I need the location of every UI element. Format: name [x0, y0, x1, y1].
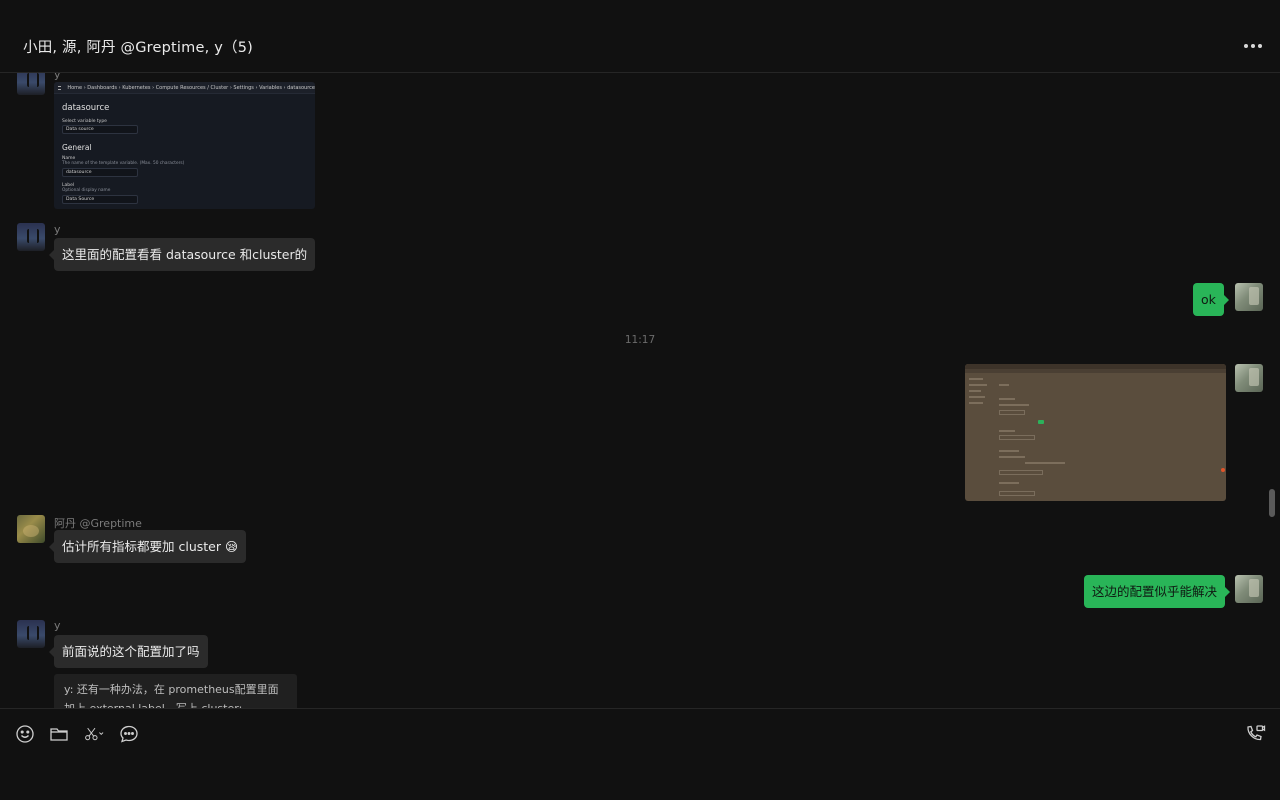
chat-bubble-icon[interactable]	[118, 723, 140, 745]
avatar-me[interactable]	[1235, 364, 1263, 392]
sender-name: y	[54, 619, 61, 632]
chat-title[interactable]: 小田, 源, 阿丹 @Greptime, y（5)	[23, 36, 253, 57]
screenshot-label-help: Optional display name	[62, 188, 111, 193]
scrollbar-thumb[interactable]	[1269, 489, 1275, 517]
screenshot-topbar: Home › Dashboards › Kubernetes › Compute…	[54, 82, 315, 94]
screenshot-select: Data source	[62, 125, 138, 134]
screenshot-name-input: datasource	[62, 168, 138, 177]
avatar-y[interactable]	[17, 73, 45, 95]
composer[interactable]	[0, 708, 1280, 800]
avatar-me[interactable]	[1235, 575, 1263, 603]
message-list[interactable]: y Home › Dashboards › Kubernetes › Compu…	[0, 73, 1280, 708]
avatar-adan[interactable]	[17, 515, 45, 543]
scissors-icon[interactable]	[84, 723, 114, 745]
message-bubble-outgoing[interactable]: 这边的配置似乎能解决	[1084, 575, 1231, 608]
screenshot-breadcrumb: Home › Dashboards › Kubernetes › Compute…	[67, 84, 315, 91]
sender-name: 阿丹 @Greptime	[54, 517, 142, 530]
message-bubble-incoming[interactable]: 这里面的配置看看 datasource 和cluster的	[48, 238, 316, 271]
avatar-me[interactable]	[1235, 283, 1263, 311]
screenshot-name-help: The name of the template variable. (Max.…	[62, 161, 185, 166]
sender-name: y	[54, 223, 61, 236]
emoji-icon[interactable]	[14, 723, 36, 745]
chat-header: 小田, 源, 阿丹 @Greptime, y（5)	[0, 0, 1280, 73]
quoted-message[interactable]: y: 还有一种办法，在 prometheus配置里面加上 external la…	[54, 674, 297, 708]
message-bubble-incoming[interactable]: 估计所有指标都要加 cluster 😪	[49, 530, 246, 563]
phone-video-icon[interactable]	[1244, 723, 1266, 745]
sender-name: y	[54, 73, 61, 81]
screenshot-label-input: Data Source	[62, 195, 138, 204]
screenshot-select-label: Select variable type	[62, 119, 107, 124]
hamburger-icon	[58, 85, 62, 90]
image-message-grafana[interactable]: Home › Dashboards › Kubernetes › Compute…	[54, 82, 315, 209]
image-message-screenshot[interactable]	[965, 364, 1226, 501]
timestamp: 11:17	[624, 334, 656, 346]
screenshot-section: General	[62, 143, 92, 152]
avatar-y[interactable]	[17, 223, 45, 251]
avatar-y[interactable]	[17, 620, 45, 648]
screenshot-heading: datasource	[62, 103, 110, 113]
folder-icon[interactable]	[48, 723, 70, 745]
message-bubble-outgoing[interactable]: ok	[1193, 283, 1229, 316]
more-icon[interactable]	[1244, 36, 1266, 54]
message-bubble-incoming[interactable]: 前面说的这个配置加了吗	[49, 635, 208, 668]
